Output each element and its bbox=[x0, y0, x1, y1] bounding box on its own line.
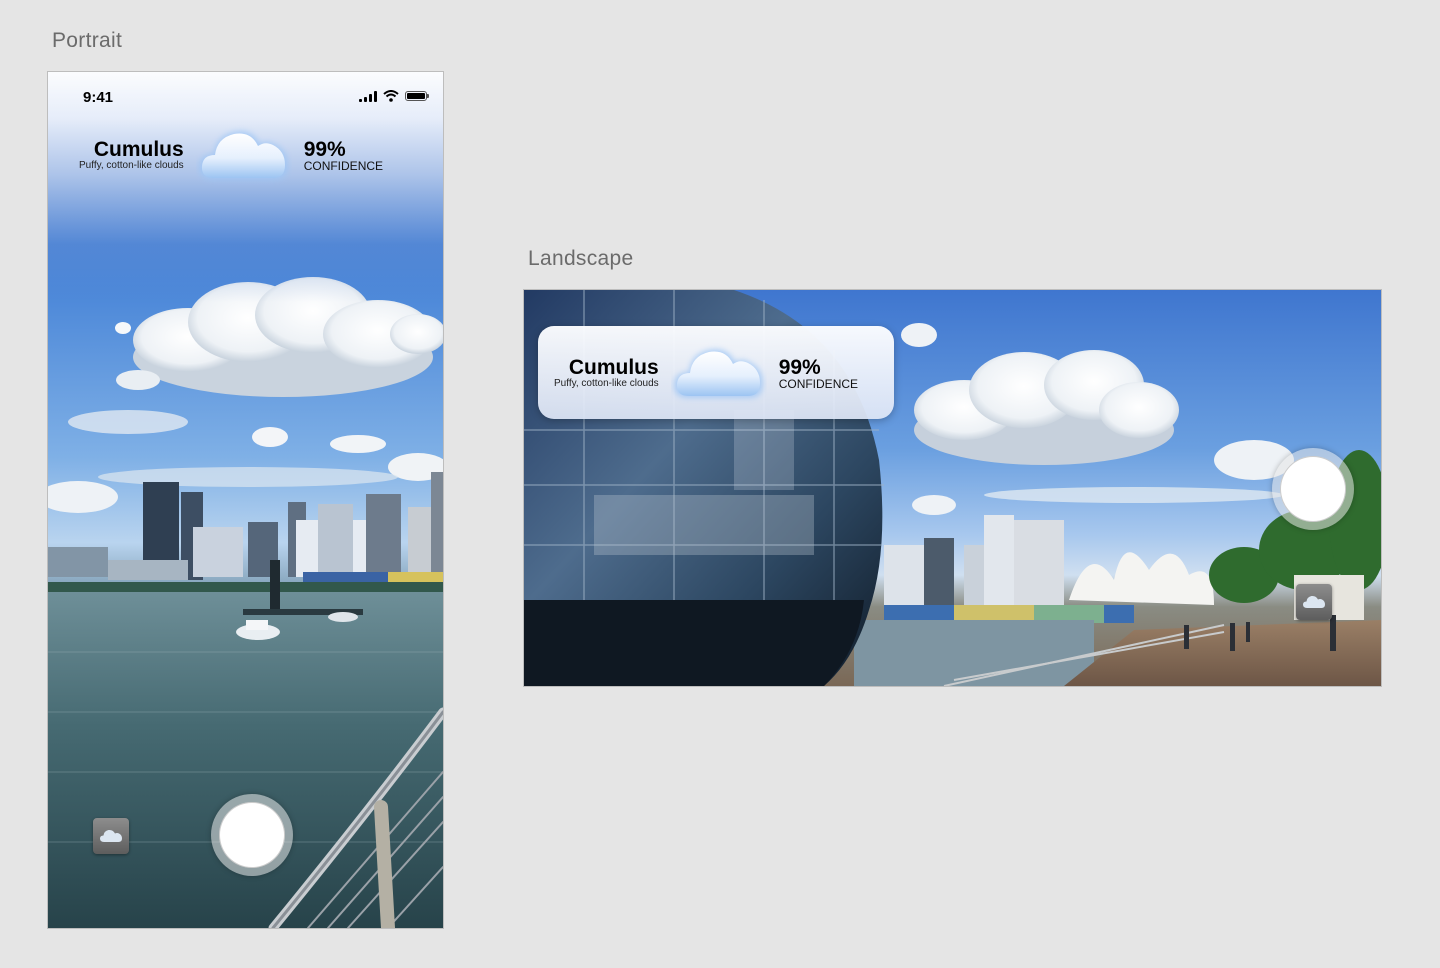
cloud-icon bbox=[671, 342, 767, 406]
status-bar: 9:41 bbox=[48, 72, 443, 122]
cumulus-cloud-shape bbox=[914, 350, 1179, 465]
battery-icon bbox=[405, 91, 429, 101]
confidence-value: 99% bbox=[778, 355, 821, 379]
cloud-thumbnail-icon bbox=[1303, 595, 1325, 608]
shutter-button-inner bbox=[219, 802, 285, 868]
confidence-value: 99% bbox=[303, 137, 346, 161]
wifi-icon bbox=[383, 90, 399, 102]
status-time: 9:41 bbox=[83, 89, 114, 106]
classification-result: Cumulus Puffy, cotton-like clouds 99% CO… bbox=[554, 342, 858, 406]
confidence-label: CONFIDENCE bbox=[303, 158, 384, 173]
confidence-block: 99% CONFIDENCE bbox=[303, 137, 384, 173]
gallery-thumbnail-button[interactable] bbox=[93, 818, 129, 854]
confidence-block: 99% CONFIDENCE bbox=[778, 355, 859, 391]
cloud-type-title: Cumulus bbox=[93, 138, 184, 161]
cloud-thumbnail-icon bbox=[100, 829, 122, 842]
confidence-label: CONFIDENCE bbox=[778, 376, 859, 391]
classification-text: Cumulus Puffy, cotton-like clouds bbox=[79, 138, 184, 172]
city-skyline bbox=[884, 515, 1214, 623]
cloud-type-description: Puffy, cotton-like clouds bbox=[79, 160, 184, 171]
portrait-frame: 9:41 Cumulus Puffy, cotton-like clouds 9… bbox=[48, 72, 443, 928]
portrait-label: Portrait bbox=[52, 29, 123, 52]
cloud-icon bbox=[196, 124, 292, 188]
gallery-thumbnail-button[interactable] bbox=[1296, 584, 1332, 620]
status-icons bbox=[359, 90, 429, 102]
cloud-type-description: Puffy, cotton-like clouds bbox=[554, 378, 659, 389]
landscape-label: Landscape bbox=[528, 247, 634, 270]
shutter-button[interactable] bbox=[211, 794, 293, 876]
cloud-type-title: Cumulus bbox=[568, 356, 659, 379]
cellular-signal-icon bbox=[359, 90, 377, 102]
classification-result: Cumulus Puffy, cotton-like clouds 99% CO… bbox=[79, 124, 383, 188]
landscape-frame: Cumulus Puffy, cotton-like clouds 99% CO… bbox=[524, 290, 1381, 686]
shutter-button-inner bbox=[1280, 456, 1346, 522]
shutter-button[interactable] bbox=[1272, 448, 1354, 530]
classification-text: Cumulus Puffy, cotton-like clouds bbox=[554, 356, 659, 390]
